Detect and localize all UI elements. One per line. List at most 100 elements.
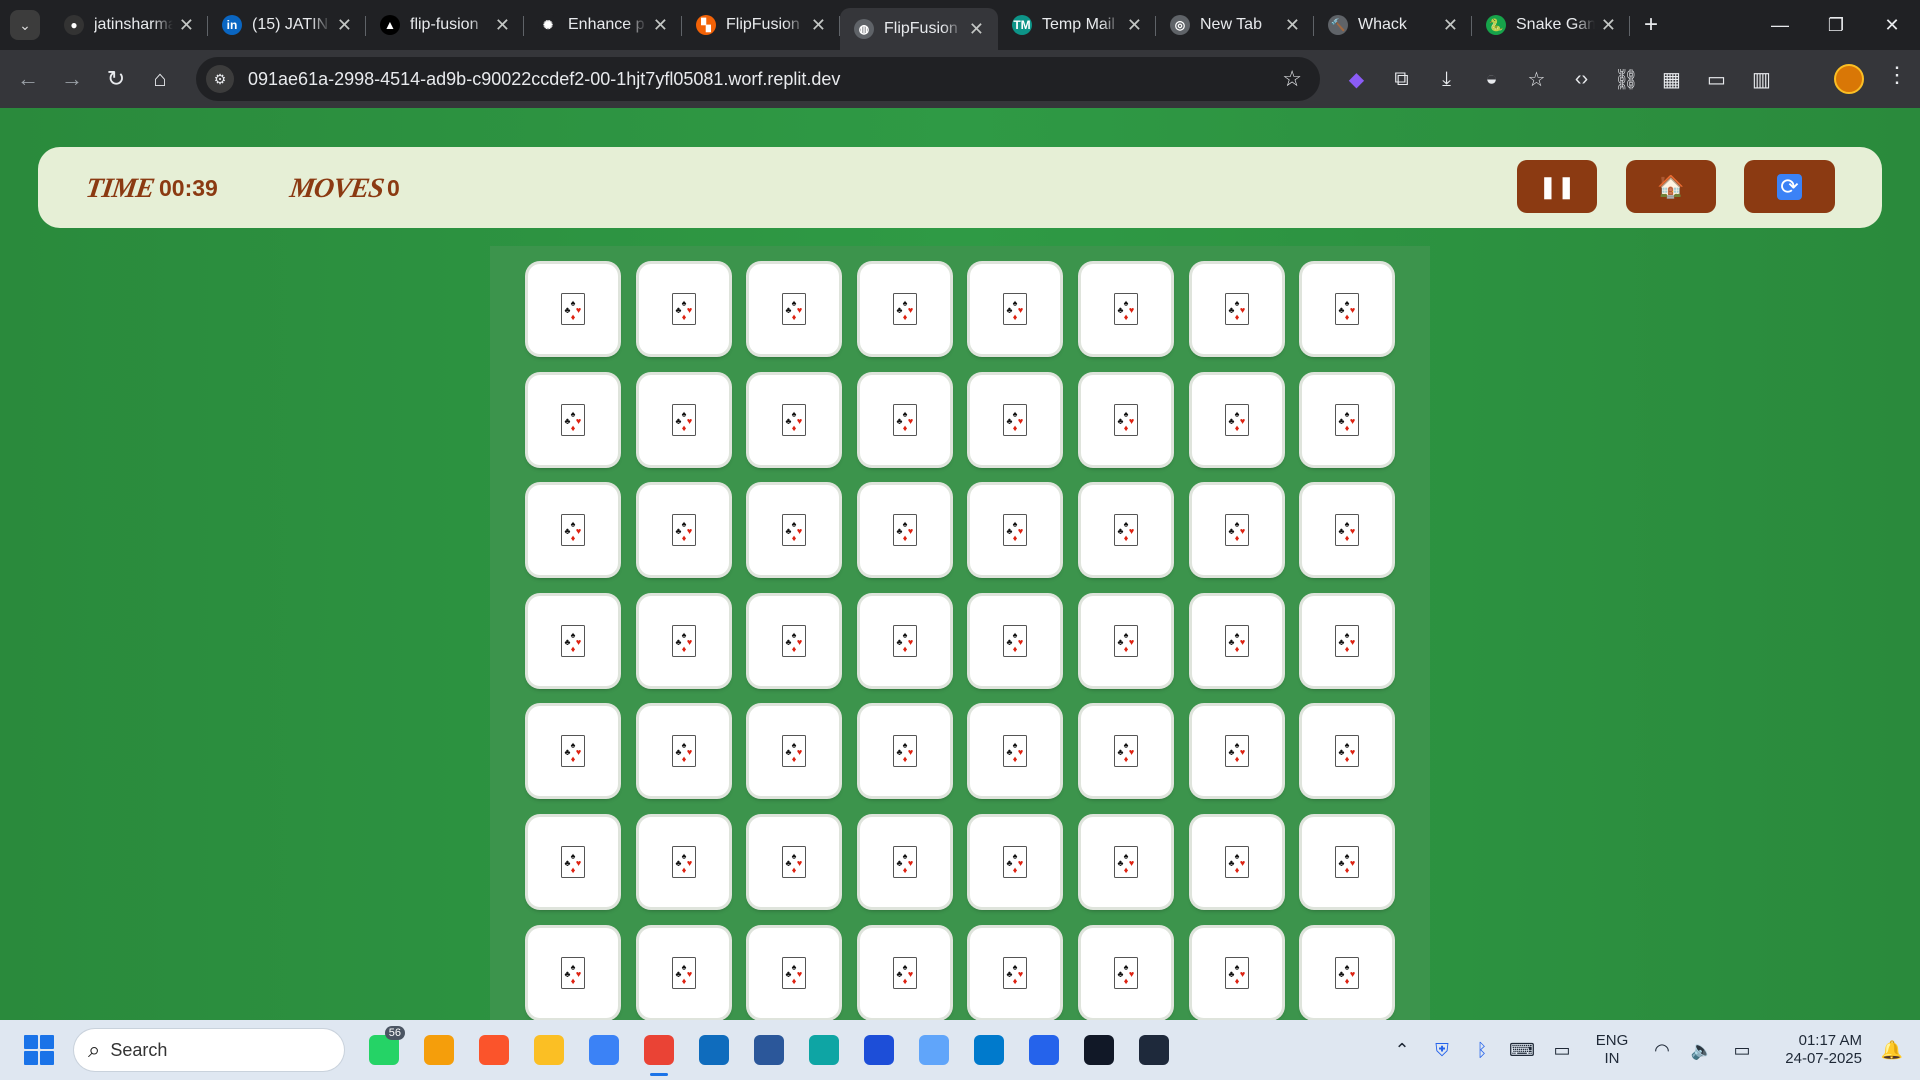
close-tab-icon[interactable]: ✕ bbox=[1285, 15, 1300, 36]
tab-search-dropdown[interactable]: ⌄ bbox=[10, 10, 40, 40]
restart-button[interactable]: ⟳ bbox=[1744, 160, 1835, 213]
memory-card[interactable]: ♠ ♣ ♥ ♦ bbox=[1302, 927, 1393, 1018]
defender-icon[interactable]: ⛨ bbox=[1422, 1040, 1462, 1061]
memory-card[interactable]: ♠ ♣ ♥ ♦ bbox=[1191, 706, 1282, 797]
bookmark-star-icon[interactable]: ☆ bbox=[1282, 66, 1302, 92]
memory-card[interactable]: ♠ ♣ ♥ ♦ bbox=[638, 595, 729, 686]
address-bar[interactable]: ⚙ 091ae61a-2998-4514-ad9b-c90022ccdef2-0… bbox=[196, 57, 1320, 101]
memory-card[interactable]: ♠ ♣ ♥ ♦ bbox=[638, 927, 729, 1018]
memory-card[interactable]: ♠ ♣ ♥ ♦ bbox=[638, 374, 729, 465]
memory-card[interactable]: ♠ ♣ ♥ ♦ bbox=[1302, 816, 1393, 907]
memory-card[interactable]: ♠ ♣ ♥ ♦ bbox=[528, 374, 618, 465]
memory-card[interactable]: ♠ ♣ ♥ ♦ bbox=[1302, 374, 1393, 465]
memory-card[interactable]: ♠ ♣ ♥ ♦ bbox=[859, 264, 950, 354]
close-tab-icon[interactable]: ✕ bbox=[1127, 15, 1142, 36]
terminal-icon[interactable] bbox=[1071, 1020, 1126, 1080]
notification-bell-icon[interactable]: 🔔 bbox=[1872, 1040, 1912, 1061]
browser-tab[interactable]: 🔨 Whack ✕ bbox=[1314, 0, 1472, 50]
language-indicator[interactable]: ENG IN bbox=[1582, 1032, 1642, 1068]
forward-button[interactable]: → bbox=[50, 57, 94, 101]
memory-card[interactable]: ♠ ♣ ♥ ♦ bbox=[749, 374, 840, 465]
link-icon[interactable]: ⛓ bbox=[1604, 57, 1649, 101]
reading-mode-icon[interactable]: ▭ bbox=[1694, 57, 1739, 101]
memory-card[interactable]: ♠ ♣ ♥ ♦ bbox=[1080, 485, 1171, 576]
mysql-workbench-icon[interactable] bbox=[851, 1020, 906, 1080]
windows-start-icon[interactable] bbox=[24, 1035, 54, 1065]
mysql-shell-icon[interactable] bbox=[1126, 1020, 1181, 1080]
memory-card[interactable]: ♠ ♣ ♥ ♦ bbox=[859, 706, 950, 797]
powershell-icon[interactable] bbox=[1016, 1020, 1071, 1080]
close-tab-icon[interactable]: ✕ bbox=[811, 15, 826, 36]
close-tab-icon[interactable]: ✕ bbox=[1443, 15, 1458, 36]
close-tab-icon[interactable]: ✕ bbox=[495, 15, 510, 36]
memory-card[interactable]: ♠ ♣ ♥ ♦ bbox=[859, 927, 950, 1018]
chevron-up-icon[interactable]: ⌃ bbox=[1382, 1040, 1422, 1061]
site-info-icon[interactable]: ⚙ bbox=[206, 65, 234, 93]
memory-card[interactable]: ♠ ♣ ♥ ♦ bbox=[1191, 374, 1282, 465]
memory-card[interactable]: ♠ ♣ ♥ ♦ bbox=[749, 595, 840, 686]
memory-card[interactable]: ♠ ♣ ♥ ♦ bbox=[1080, 706, 1171, 797]
browser-tab[interactable]: ● jatinsharma ✕ bbox=[50, 0, 208, 50]
memory-card[interactable]: ♠ ♣ ♥ ♦ bbox=[970, 485, 1061, 576]
memory-card[interactable]: ♠ ♣ ♥ ♦ bbox=[859, 485, 950, 576]
code-icon[interactable]: ‹› bbox=[1559, 57, 1604, 101]
url-text[interactable]: 091ae61a-2998-4514-ad9b-c90022ccdef2-00-… bbox=[248, 69, 840, 90]
memory-card[interactable]: ♠ ♣ ♥ ♦ bbox=[528, 264, 618, 354]
memory-card[interactable]: ♠ ♣ ♥ ♦ bbox=[1080, 264, 1171, 354]
vscode-icon[interactable] bbox=[961, 1020, 1016, 1080]
whatsapp-icon[interactable]: 56 bbox=[356, 1020, 411, 1080]
memory-card[interactable]: ♠ ♣ ♥ ♦ bbox=[1302, 595, 1393, 686]
back-button[interactable]: ← bbox=[6, 57, 50, 101]
browser-tab[interactable]: TM Temp Mail ✕ bbox=[998, 0, 1156, 50]
close-tab-icon[interactable]: ✕ bbox=[1601, 15, 1616, 36]
memory-card[interactable]: ♠ ♣ ♥ ♦ bbox=[1191, 485, 1282, 576]
side-panel-icon[interactable]: ▥ bbox=[1739, 57, 1784, 101]
memory-card[interactable]: ♠ ♣ ♥ ♦ bbox=[1080, 927, 1171, 1018]
favorites-icon[interactable]: ☆ bbox=[1514, 57, 1559, 101]
memory-card[interactable]: ♠ ♣ ♥ ♦ bbox=[749, 816, 840, 907]
download-icon[interactable]: ⤓ bbox=[1424, 57, 1469, 101]
reload-button[interactable]: ↻ bbox=[94, 57, 138, 101]
browser-tab[interactable]: ▲ flip-fusion ✕ bbox=[366, 0, 524, 50]
file-explorer-icon[interactable] bbox=[521, 1020, 576, 1080]
memory-card[interactable]: ♠ ♣ ♥ ♦ bbox=[1191, 927, 1282, 1018]
memory-card[interactable]: ♠ ♣ ♥ ♦ bbox=[528, 706, 618, 797]
display-icon[interactable]: ▭ bbox=[1542, 1040, 1582, 1061]
browser-tab[interactable]: ◍ FlipFusion ✕ bbox=[840, 8, 998, 50]
close-tab-icon[interactable]: ✕ bbox=[653, 15, 668, 36]
keyboard-icon[interactable]: ⌨ bbox=[1502, 1040, 1542, 1061]
system-clock[interactable]: 01:17 AM 24-07-2025 bbox=[1762, 1032, 1862, 1068]
memory-card[interactable]: ♠ ♣ ♥ ♦ bbox=[528, 485, 618, 576]
memory-card[interactable]: ♠ ♣ ♥ ♦ bbox=[970, 706, 1061, 797]
battery-icon[interactable]: ▭ bbox=[1722, 1040, 1762, 1061]
notepad-icon[interactable] bbox=[576, 1020, 631, 1080]
close-window-button[interactable]: ✕ bbox=[1864, 0, 1920, 50]
pause-button[interactable]: ❚❚ bbox=[1517, 160, 1597, 213]
browser-tab[interactable]: ◎ New Tab ✕ bbox=[1156, 0, 1314, 50]
memory-card[interactable]: ♠ ♣ ♥ ♦ bbox=[528, 927, 618, 1018]
memory-card[interactable]: ♠ ♣ ♥ ♦ bbox=[528, 816, 618, 907]
memory-card[interactable]: ♠ ♣ ♥ ♦ bbox=[970, 927, 1061, 1018]
memory-card[interactable]: ♠ ♣ ♥ ♦ bbox=[1191, 264, 1282, 354]
memory-card[interactable]: ♠ ♣ ♥ ♦ bbox=[749, 264, 840, 354]
memory-card[interactable]: ♠ ♣ ♥ ♦ bbox=[1191, 595, 1282, 686]
memory-card[interactable]: ♠ ♣ ♥ ♦ bbox=[859, 374, 950, 465]
close-tab-icon[interactable]: ✕ bbox=[337, 15, 352, 36]
memory-card[interactable]: ♠ ♣ ♥ ♦ bbox=[1080, 816, 1171, 907]
memory-card[interactable]: ♠ ♣ ♥ ♦ bbox=[970, 374, 1061, 465]
files-app-icon[interactable] bbox=[411, 1020, 466, 1080]
memory-card[interactable]: ♠ ♣ ♥ ♦ bbox=[859, 816, 950, 907]
minimize-button[interactable]: — bbox=[1752, 0, 1808, 50]
brave-icon[interactable] bbox=[466, 1020, 521, 1080]
close-tab-icon[interactable]: ✕ bbox=[969, 19, 984, 40]
extension-drop-icon[interactable]: ◆ bbox=[1334, 57, 1379, 101]
memory-card[interactable]: ♠ ♣ ♥ ♦ bbox=[638, 264, 729, 354]
new-tab-button[interactable]: + bbox=[1644, 11, 1658, 39]
memory-card[interactable]: ♠ ♣ ♥ ♦ bbox=[638, 706, 729, 797]
profile-avatar[interactable] bbox=[1834, 64, 1864, 94]
memory-card[interactable]: ♠ ♣ ♥ ♦ bbox=[1302, 264, 1393, 354]
memory-card[interactable]: ♠ ♣ ♥ ♦ bbox=[638, 816, 729, 907]
home-button[interactable]: 🏠 bbox=[1626, 160, 1716, 213]
memory-card[interactable]: ♠ ♣ ♥ ♦ bbox=[749, 485, 840, 576]
menu-kebab-icon[interactable]: ⋮ bbox=[1886, 62, 1908, 88]
